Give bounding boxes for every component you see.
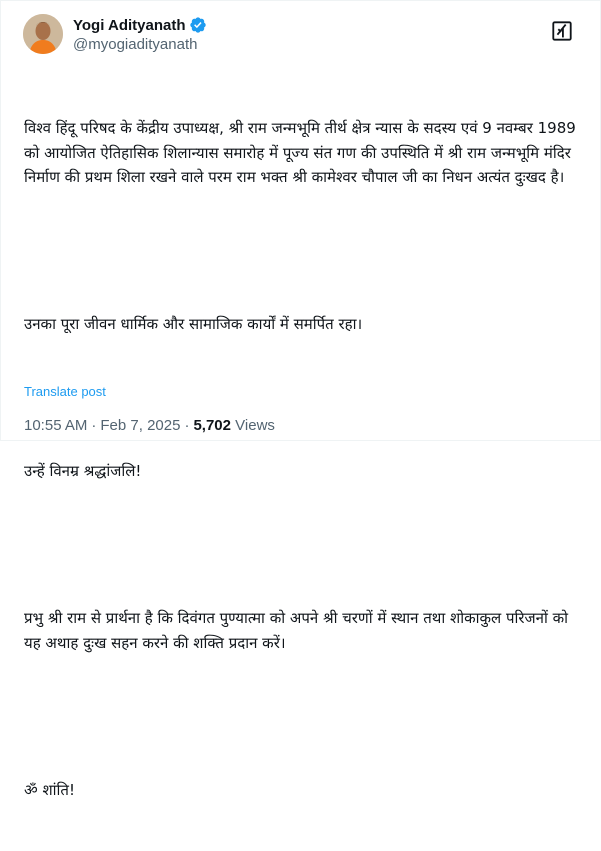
author-names: Yogi Adityanath @myogiadityanath	[73, 15, 207, 53]
post-paragraph-spacer: ​	[24, 704, 584, 729]
post-date[interactable]: Feb 7, 2025	[100, 417, 180, 434]
grok-icon	[552, 21, 572, 41]
post-paragraph-spacer: ​	[24, 533, 584, 558]
translate-post-link[interactable]: Translate post	[24, 384, 106, 399]
post-card: Yogi Adityanath @myogiadityanath विश्व ह…	[0, 0, 601, 799]
post-time[interactable]: 10:55 AM	[24, 417, 87, 434]
avatar[interactable]	[23, 14, 63, 54]
post-paragraph-spacer: ​	[24, 386, 584, 411]
post-paragraph: प्रभु श्री राम से प्रार्थना है कि दिवंगत…	[24, 609, 573, 652]
avatar-image	[23, 14, 63, 54]
post-meta: 10:55 AM · Feb 7, 2025 · 5,702 Views	[24, 417, 275, 434]
post-paragraph-spacer: ​	[24, 239, 584, 264]
views-label[interactable]: Views	[235, 417, 275, 434]
author-display-name[interactable]: Yogi Adityanath	[73, 17, 186, 34]
post-text: विश्व हिंदू परिषद के केंद्रीय उपाध्यक्ष,…	[24, 67, 584, 851]
post-paragraph: उन्हें विनम्र श्रद्धांजलि!	[24, 462, 142, 480]
meta-separator: ·	[91, 417, 97, 434]
post-header: Yogi Adityanath @myogiadityanath	[23, 14, 583, 58]
post-paragraph: उनका पूरा जीवन धार्मिक और सामाजिक कार्यो…	[24, 315, 363, 333]
grok-button[interactable]	[547, 16, 577, 46]
verified-badge-icon[interactable]	[189, 16, 207, 34]
author-handle[interactable]: @myogiadityanath	[73, 36, 207, 53]
post-paragraph: विश्व हिंदू परिषद के केंद्रीय उपाध्यक्ष,…	[24, 119, 581, 186]
views-count[interactable]: 5,702	[193, 417, 231, 434]
display-name-row: Yogi Adityanath	[73, 15, 207, 35]
meta-separator: ·	[184, 417, 190, 434]
post-paragraph: ॐ शांति!	[24, 780, 75, 799]
